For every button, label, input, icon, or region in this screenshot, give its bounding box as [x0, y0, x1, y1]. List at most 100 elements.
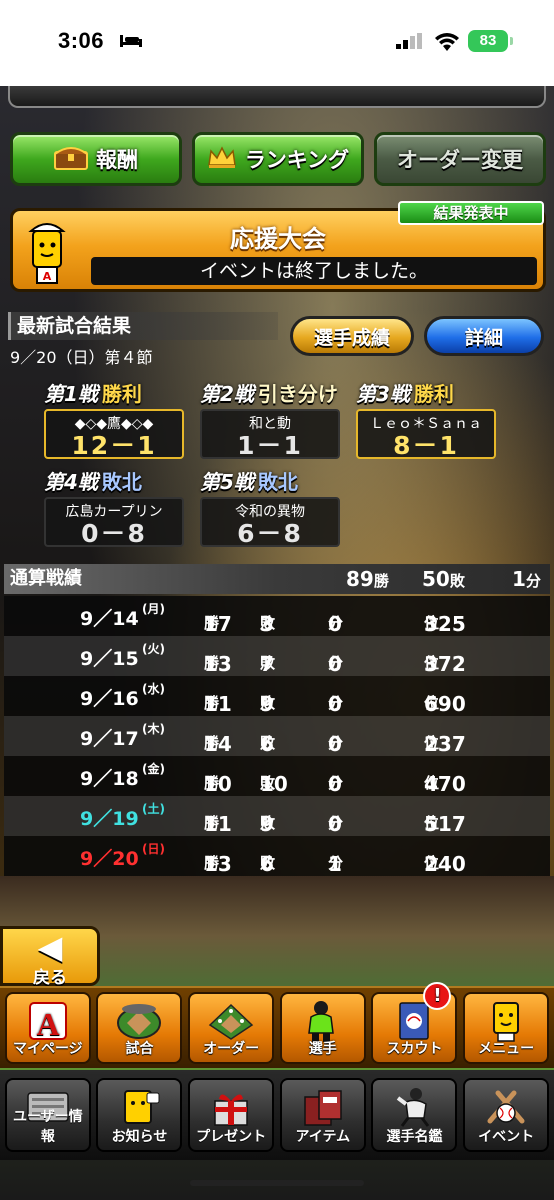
table-row: 9／16 (水) 11 勝 9敗 0分 690 位: [4, 676, 550, 716]
match-box: ◆◇◆鷹◆◇◆ 12－1: [44, 409, 184, 459]
nav-game[interactable]: 試合: [96, 992, 183, 1064]
stadium-icon: [98, 994, 180, 1044]
match-opponent: Ｌｅｏ＊Ｓａｎａ: [370, 416, 482, 432]
game-screen: 報酬 ランキング オーダー変更 A 応援大会 イベントは終了しました。 結果発表…: [0, 86, 554, 1200]
ranking-button[interactable]: ランキング: [192, 132, 364, 186]
table-row: 9／17 (木) 14 勝 6敗 0分 237 位: [4, 716, 550, 756]
total-record-title: 通算戦績: [10, 568, 82, 589]
nav-label: メニュー: [478, 1041, 535, 1057]
nav-event[interactable]: イベント: [463, 1078, 550, 1152]
top-frame: [8, 86, 546, 108]
nav-mypage[interactable]: A マイページ: [4, 992, 91, 1064]
home-indicator[interactable]: [190, 1180, 364, 1186]
main-nav: A マイページ 試合 オーダー 選手 スカウト ! メニュー: [0, 982, 554, 1068]
crown-icon: [207, 145, 237, 174]
row-dow: (水): [142, 682, 165, 696]
row-date: 9／19: [80, 808, 139, 830]
match-box: 和と動 1－1: [200, 409, 340, 459]
nav-present[interactable]: プレゼント: [188, 1078, 275, 1152]
latest-date: 9／20（日）第４節: [10, 348, 153, 367]
row-date: 9／17: [80, 728, 139, 750]
match-box: 広島カープリン 0－8: [44, 497, 184, 547]
nav-scout[interactable]: スカウト !: [371, 982, 458, 1064]
match-4[interactable]: 第4戦 敗北 広島カープリン 0－8: [44, 466, 184, 547]
row-dow: (日): [142, 842, 165, 856]
match-label: 第2戦 引き分け: [200, 382, 338, 406]
match-opponent: ◆◇◆鷹◆◇◆: [74, 416, 154, 432]
row-date: 9／20: [80, 848, 139, 870]
nav-label: オーダー: [203, 1041, 260, 1057]
mypage-icon: A: [7, 994, 89, 1044]
nav-label: プレゼント: [196, 1129, 267, 1145]
order-change-label: オーダー変更: [397, 148, 523, 172]
row-dow: (火): [142, 642, 165, 656]
treasure-chest-icon: [54, 144, 88, 175]
row-date: 9／15: [80, 648, 139, 670]
nav-order[interactable]: オーダー: [188, 992, 275, 1064]
match-3[interactable]: 第3戦 勝利 Ｌｅｏ＊Ｓａｎａ 8－1: [356, 378, 496, 459]
nav-news[interactable]: お知らせ: [96, 1078, 183, 1152]
table-row: 9／19 (土) 11 勝 9敗 0分 517 位: [4, 796, 550, 836]
row-dow: (金): [142, 762, 165, 776]
player-stats-button[interactable]: 選手成績: [290, 316, 414, 356]
row-dow: (木): [142, 722, 165, 736]
result-announcement-badge: 結果発表中: [398, 201, 544, 225]
order-change-button[interactable]: オーダー変更: [374, 132, 546, 186]
gift-icon: [190, 1080, 272, 1130]
table-row: 9／20 (日) 13 勝 6敗 1分 240 位: [4, 836, 550, 876]
match-label: 第3戦 勝利: [356, 382, 454, 406]
match-2[interactable]: 第2戦 引き分け 和と動 1－1: [200, 378, 340, 459]
match-1[interactable]: 第1戦 勝利 ◆◇◆鷹◆◇◆ 12－1: [44, 378, 184, 459]
nav-label: お知らせ: [111, 1129, 168, 1145]
event-message: イベントは終了しました。: [91, 257, 537, 285]
match-opponent: 和と動: [249, 416, 291, 432]
field-icon: [190, 994, 272, 1044]
news-mascot-icon: [98, 1080, 180, 1130]
sub-nav: ユーザー情報 お知らせ プレゼント アイテム 選手名鑑 イベント: [0, 1070, 554, 1160]
nav-item[interactable]: アイテム: [279, 1078, 366, 1152]
table-row: 9／18 (金) 10 勝 10 敗 0分 470 位: [4, 756, 550, 796]
detail-label: 詳細: [464, 326, 503, 349]
status-bar: 3:06 83: [0, 0, 554, 86]
nav-label: 選手名鑑: [386, 1129, 443, 1145]
reward-label: 報酬: [96, 148, 138, 172]
nav-label: ユーザー情報: [12, 1109, 83, 1145]
match-label: 第5戦 敗北: [200, 470, 298, 494]
total-losses: 50敗: [422, 567, 465, 591]
cellular-signal-icon: [396, 33, 422, 49]
ranking-label: ランキング: [244, 148, 350, 172]
match-5[interactable]: 第5戦 敗北 令和の異物 6－8: [200, 466, 340, 547]
item-box-icon: [282, 1080, 364, 1130]
nav-label: イベント: [478, 1129, 535, 1145]
back-button[interactable]: ◀ 戻る: [0, 926, 100, 988]
sleep-icon: [120, 35, 142, 47]
match-score: 0－8: [81, 519, 147, 548]
reward-button[interactable]: 報酬: [10, 132, 182, 186]
svg-text:A: A: [43, 270, 52, 283]
nav-label: アイテム: [295, 1129, 351, 1145]
wifi-icon: [435, 33, 459, 51]
back-label: 戻る: [33, 968, 67, 988]
match-score: 6－8: [237, 519, 303, 548]
svg-text:A: A: [36, 1006, 59, 1042]
nav-label: 試合: [125, 1041, 154, 1057]
match-opponent: 広島カープリン: [65, 504, 163, 520]
row-date: 9／16: [80, 688, 139, 710]
total-draws: 1分: [512, 567, 541, 591]
table-row: 9／15 (火) 13 勝 7敗 0分 372 位: [4, 636, 550, 676]
nav-players[interactable]: 選手: [279, 992, 366, 1064]
nav-user-info[interactable]: ユーザー情報: [4, 1078, 91, 1152]
back-arrow-icon: ◀: [37, 928, 63, 966]
row-dow: (月): [142, 602, 165, 616]
nav-menu[interactable]: メニュー: [463, 992, 550, 1064]
match-score: 12－1: [71, 431, 157, 460]
match-score: 1－1: [237, 431, 303, 460]
player-icon: [282, 994, 364, 1044]
player-stats-label: 選手成績: [313, 326, 390, 349]
total-record-header: 通算戦績 89勝 50敗 1分: [4, 564, 550, 594]
nav-label: マイページ: [12, 1041, 83, 1057]
match-box: 令和の異物 6－8: [200, 497, 340, 547]
menu-mascot-icon: [465, 994, 547, 1044]
nav-player-directory[interactable]: 選手名鑑: [371, 1078, 458, 1152]
detail-button[interactable]: 詳細: [424, 316, 544, 356]
